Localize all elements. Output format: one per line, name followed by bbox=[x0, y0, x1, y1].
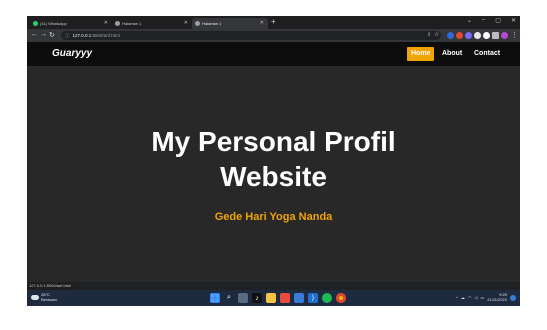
extension-icon[interactable] bbox=[474, 32, 481, 39]
chrome-icon[interactable] bbox=[336, 293, 346, 303]
minimize-icon[interactable]: – bbox=[482, 17, 485, 24]
taskbar: 28°C Berawan ⌕ ♪ ⟩ ^ ☁ ◠ ◁ ▭ 9:20 21/11/… bbox=[27, 290, 520, 306]
weather-widget[interactable]: 28°C Berawan bbox=[31, 292, 57, 302]
address-host: 127.0.0.1 bbox=[72, 33, 92, 38]
nav-contact[interactable]: Contact bbox=[470, 47, 504, 61]
clock-date: 21/11/2022 bbox=[487, 296, 507, 302]
extension-icon[interactable] bbox=[465, 32, 472, 39]
cloud-icon bbox=[31, 295, 39, 300]
tab-halaman-1[interactable]: Halaman 1 ✕ bbox=[112, 18, 192, 29]
hero-title-line-1: My Personal Profil bbox=[151, 126, 396, 157]
chevron-down-icon[interactable]: ⌄ bbox=[467, 17, 472, 24]
toolbar: ← → ↻ ⓘ 127.0.0.1 :5500/anf.html ⇪ ☆ ⋮ bbox=[27, 29, 520, 42]
system-tray: ^ ☁ ◠ ◁ ▭ 9:20 21/11/2022 bbox=[456, 292, 516, 302]
tab-title: (31) WhatsApp bbox=[40, 21, 67, 26]
notes-icon[interactable] bbox=[294, 293, 304, 303]
weather-desc: Berawan bbox=[41, 296, 57, 302]
maximize-icon[interactable]: ▢ bbox=[495, 17, 501, 24]
wifi-icon[interactable]: ◠ bbox=[468, 295, 472, 300]
chevron-up-icon[interactable]: ^ bbox=[456, 295, 458, 300]
forward-icon[interactable]: → bbox=[40, 31, 47, 38]
spotify-icon[interactable] bbox=[322, 293, 332, 303]
cloud-icon[interactable]: ☁ bbox=[461, 295, 465, 300]
volume-icon[interactable]: ◁ bbox=[474, 295, 477, 300]
nav-home[interactable]: Home bbox=[407, 47, 434, 61]
windows-icon[interactable] bbox=[210, 293, 220, 303]
info-icon[interactable]: ⓘ bbox=[65, 33, 70, 39]
star-icon[interactable]: ☆ bbox=[434, 31, 439, 38]
battery-icon[interactable]: ▭ bbox=[480, 295, 484, 300]
tab-title: Halaman 1 bbox=[122, 21, 142, 26]
nav-about[interactable]: About bbox=[438, 47, 466, 61]
new-tab-button[interactable]: + bbox=[271, 17, 276, 26]
window-controls: ⌄ – ▢ ✕ bbox=[467, 17, 516, 24]
menu-icon[interactable]: ⋮ bbox=[511, 31, 518, 39]
puzzle-icon[interactable] bbox=[492, 32, 499, 39]
brand-logo[interactable]: Guaryyy bbox=[52, 48, 92, 59]
back-icon[interactable]: ← bbox=[31, 31, 38, 38]
hero-subtitle: Gede Hari Yoga Nanda bbox=[214, 211, 333, 223]
taskbar-apps: ⌕ ♪ ⟩ bbox=[210, 293, 346, 303]
reload-icon[interactable]: ↻ bbox=[49, 31, 55, 39]
globe-icon bbox=[195, 21, 200, 26]
extension-icon[interactable] bbox=[483, 32, 490, 39]
share-icon[interactable]: ⇪ bbox=[427, 32, 431, 38]
tab-title: Halaman 1 bbox=[202, 21, 222, 26]
store-icon[interactable] bbox=[280, 293, 290, 303]
tiktok-icon[interactable]: ♪ bbox=[252, 293, 262, 303]
hero-section: My Personal Profil Website Gede Hari Yog… bbox=[27, 66, 520, 282]
screen: (31) WhatsApp ✕ Halaman 1 ✕ Halaman 1 ✕ … bbox=[27, 16, 520, 306]
site-navbar: Guaryyy Home About Contact bbox=[27, 42, 520, 66]
hero-title: My Personal Profil Website bbox=[27, 124, 520, 194]
globe-icon bbox=[115, 21, 120, 26]
notification-icon[interactable] bbox=[510, 294, 516, 301]
tab-strip: (31) WhatsApp ✕ Halaman 1 ✕ Halaman 1 ✕ … bbox=[27, 16, 520, 29]
close-window-icon[interactable]: ✕ bbox=[511, 17, 516, 24]
tab-whatsapp[interactable]: (31) WhatsApp ✕ bbox=[30, 18, 112, 29]
close-icon[interactable]: ✕ bbox=[184, 20, 188, 26]
address-path: :5500/anf.html bbox=[91, 33, 120, 38]
clock[interactable]: 9:20 21/11/2022 bbox=[487, 292, 507, 302]
extension-icon[interactable] bbox=[456, 32, 463, 39]
vscode-icon[interactable]: ⟩ bbox=[308, 293, 318, 303]
hero-title-line-2: Website bbox=[220, 161, 327, 192]
address-bar[interactable]: ⓘ 127.0.0.1 :5500/anf.html bbox=[61, 31, 441, 40]
close-icon[interactable]: ✕ bbox=[260, 20, 264, 26]
taskview-icon[interactable] bbox=[238, 293, 248, 303]
tab-halaman-1-active[interactable]: Halaman 1 ✕ bbox=[192, 18, 268, 29]
search-icon[interactable]: ⌕ bbox=[224, 293, 234, 303]
extension-icon[interactable] bbox=[447, 32, 454, 39]
profile-avatar[interactable] bbox=[501, 32, 508, 39]
files-icon[interactable] bbox=[266, 293, 276, 303]
whatsapp-icon bbox=[33, 21, 38, 26]
status-url: 127.0.0.1:5500/anf.html bbox=[27, 282, 74, 290]
close-icon[interactable]: ✕ bbox=[104, 20, 108, 26]
